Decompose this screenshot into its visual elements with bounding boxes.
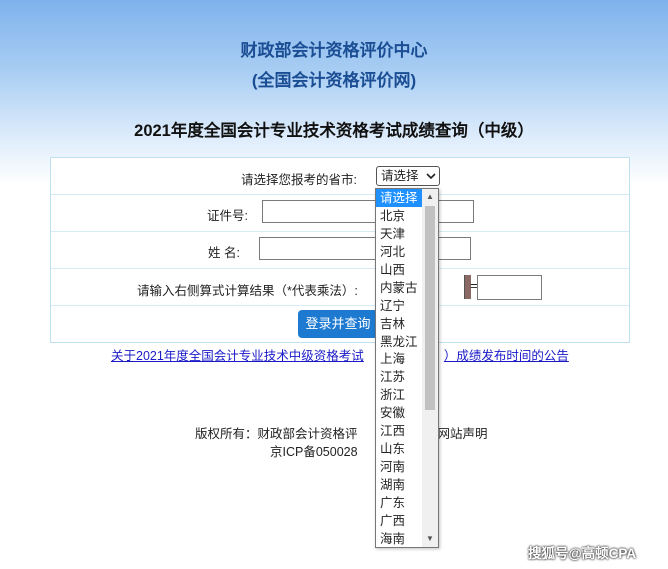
site-subtitle: (全国会计资格评价网) (251, 71, 417, 90)
query-form: 请选择您报考的省市: 请选择 证件号: 姓 名: 请输入右侧算式计算结果（*代表… (50, 157, 630, 343)
province-option[interactable]: 江苏 (376, 368, 422, 386)
copyright-text: 版权所有：财政部会计资格评 (195, 427, 358, 441)
captcha-row: 请输入右侧算式计算结果（*代表乘法）: = (51, 268, 629, 306)
province-row: 请选择您报考的省市: 请选择 (51, 158, 629, 195)
province-option[interactable]: 天津 (376, 225, 422, 243)
province-option[interactable]: 北京 (376, 207, 422, 225)
province-option[interactable]: 河北 (376, 243, 422, 261)
province-option[interactable]: 内蒙古 (376, 279, 422, 297)
province-label: 请选择您报考的省市: (241, 173, 357, 187)
province-option[interactable]: 辽宁 (376, 297, 422, 315)
site-title: 财政部会计资格评价中心 (240, 41, 428, 60)
submit-row: 登录并查询 (51, 305, 629, 343)
province-option[interactable]: 浙江 (376, 386, 422, 404)
id-label: 证件号: (207, 209, 248, 223)
scrollbar-thumb[interactable] (425, 206, 435, 410)
dropdown-scrollbar[interactable]: ▲ ▼ (422, 189, 438, 547)
province-option[interactable]: 江西 (376, 422, 422, 440)
scroll-up-icon[interactable]: ▲ (422, 189, 438, 205)
watermark: 搜狐号@高顿CPA (528, 546, 637, 561)
site-statement-link[interactable]: 网站声明 (438, 427, 488, 441)
province-option[interactable]: 请选择 (376, 189, 422, 207)
province-option[interactable]: 湖南 (376, 476, 422, 494)
province-option[interactable]: 山东 (376, 440, 422, 458)
notice-link[interactable]: 关于2021年度全国会计专业技术中级资格考试 ）成绩发布时间的公告 (111, 345, 569, 364)
province-option[interactable]: 海南 (376, 530, 422, 547)
province-option[interactable]: 黑龙江 (376, 333, 422, 351)
scroll-down-icon[interactable]: ▼ (422, 531, 438, 547)
id-row: 证件号: (51, 194, 629, 232)
province-option[interactable]: 河南 (376, 458, 422, 476)
icp-line: 京ICP备050028 (270, 445, 358, 459)
province-option[interactable]: 上海 (376, 350, 422, 368)
name-label: 姓 名: (208, 246, 240, 260)
province-dropdown-list[interactable]: 请选择 北京 天津 河北 山西 内蒙古 辽宁 吉林 黑龙江 上海 江苏 浙江 安徽 江西 山东 河南 湖南 广东广… (375, 188, 439, 548)
province-option[interactable]: 广西 (376, 512, 422, 530)
notice-link-head[interactable]: 关于2021年度全国会计专业技术中级资格考试 (111, 349, 364, 363)
province-select-value: 请选择 (381, 169, 419, 183)
province-option[interactable]: 山西 (376, 261, 422, 279)
province-option[interactable]: 吉林 (376, 315, 422, 333)
province-select[interactable]: 请选择 (376, 166, 440, 186)
name-row: 姓 名: (51, 231, 629, 269)
notice-link-tail[interactable]: ）成绩发布时间的公告 (444, 349, 569, 363)
province-options: 请选择 北京 天津 河北 山西 内蒙古 辽宁 吉林 黑龙江 上海 江苏 浙江 安徽 江西 山东 河南 湖南 广东广… (376, 189, 422, 547)
login-query-button[interactable]: 登录并查询 (298, 310, 378, 338)
province-option[interactable]: 广东 (376, 494, 422, 512)
id-number-input[interactable] (262, 200, 474, 223)
name-input[interactable] (259, 237, 471, 260)
page-title: 2021年度全国会计专业技术资格考试成绩查询（中级） (134, 122, 534, 140)
copyright-line: 版权所有：财政部会计资格评 网站声明 (195, 423, 488, 442)
captcha-label: 请输入右侧算式计算结果（*代表乘法）: (137, 284, 358, 298)
province-option[interactable]: 安徽 (376, 404, 422, 422)
captcha-answer-input[interactable] (477, 275, 542, 300)
